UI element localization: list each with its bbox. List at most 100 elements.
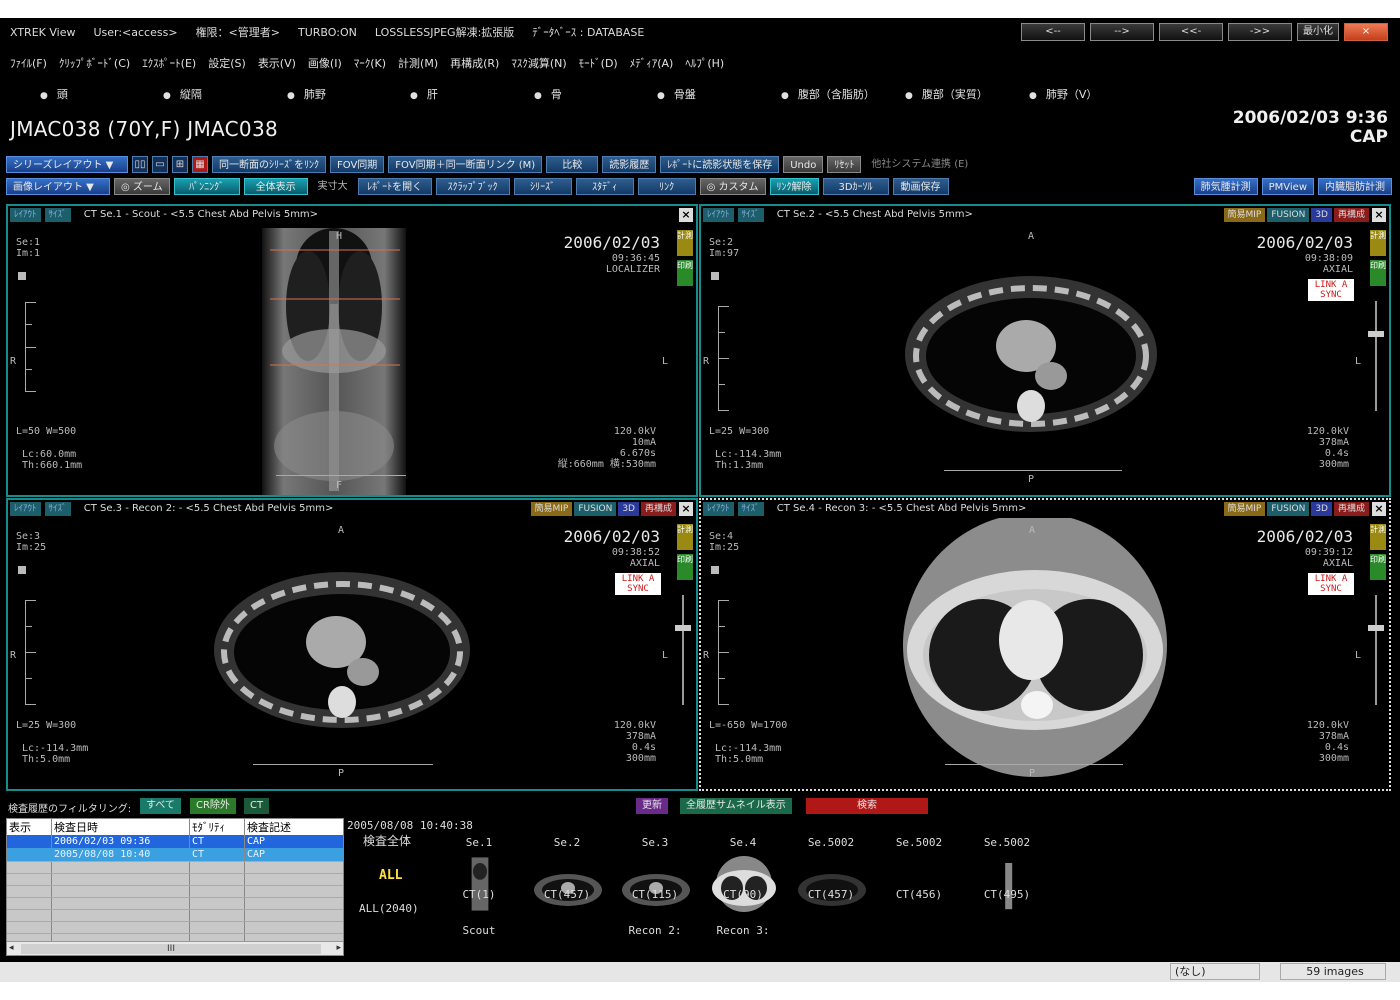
menu-help[interactable]: ﾍﾙﾌﾟ(H) bbox=[685, 55, 724, 71]
viewport-3[interactable]: ﾚｲｱｳﾄ ｻｲｽﾞ CT Se.3 - Recon 2: - <5.5 Ches… bbox=[6, 498, 698, 791]
series-thumbnail[interactable]: Se.5002 CT(456) bbox=[879, 836, 959, 946]
orient-left: R bbox=[703, 356, 710, 367]
scroll-thumb[interactable]: III bbox=[21, 944, 321, 954]
filter-ct-button[interactable]: CT bbox=[244, 798, 270, 814]
pmview-button[interactable]: PMView bbox=[1261, 178, 1314, 195]
col-display[interactable]: 表示 bbox=[7, 819, 52, 835]
menu-mode[interactable]: ﾓｰﾄﾞ(D) bbox=[579, 55, 618, 71]
save-report-state-button[interactable]: ﾚﾎﾟｰﾄに読影状態を保存 bbox=[660, 156, 780, 173]
menu-export[interactable]: ｴｸｽﾎﾟｰﾄ(E) bbox=[142, 55, 196, 71]
series-layout-dropdown[interactable]: シリーズレイアウト ▼ bbox=[6, 156, 128, 173]
menu-file[interactable]: ﾌｧｲﾙ(F) bbox=[10, 55, 47, 71]
horizontal-scrollbar[interactable]: ◂ III ▸ bbox=[7, 941, 343, 955]
series-thumbnail[interactable]: Se.3 CT(115) Recon 2: bbox=[615, 836, 695, 946]
viewport-1[interactable]: ﾚｲｱｳﾄ ｻｲｽﾞ CT Se.1 - Scout - <5.5 Chest A… bbox=[6, 204, 698, 497]
panning-button[interactable]: ﾊﾟﾝﾆﾝｸﾞ bbox=[173, 178, 240, 195]
preset-mediastinum[interactable]: 縦隔 bbox=[163, 86, 202, 102]
table-row[interactable]: 2006/02/03 09:36 CT CAP bbox=[7, 835, 343, 848]
menu-view[interactable]: 表示(V) bbox=[258, 55, 296, 71]
layout-1x2-icon[interactable]: ▯▯ bbox=[132, 156, 148, 173]
ma: 378mA bbox=[1318, 731, 1349, 742]
series-thumbnail[interactable]: Se.1 CT(1) Scout bbox=[439, 836, 519, 946]
emphysema-measure-button[interactable]: 肺気腫計測 bbox=[1193, 178, 1258, 195]
external-system-button[interactable]: 他社システム連携 (E) bbox=[865, 156, 974, 173]
minimize-button[interactable]: 最小化 bbox=[1297, 23, 1339, 41]
whole-study-all[interactable]: ALL bbox=[379, 868, 402, 883]
menu-mark[interactable]: ﾏｰｸ(K) bbox=[354, 55, 386, 71]
undo-button[interactable]: Undo bbox=[783, 156, 824, 173]
fov-size: 300mm bbox=[1318, 753, 1349, 764]
series-thumbnail[interactable]: Se.2 CT(457) bbox=[527, 836, 607, 946]
preset-liver[interactable]: 肝 bbox=[410, 86, 438, 102]
viewport-4-active[interactable]: ﾚｲｱｳﾄ ｻｲｽﾞ CT Se.4 - Recon 3: - <5.5 Ches… bbox=[699, 498, 1391, 791]
thumb-count: CT(495) bbox=[983, 888, 1031, 901]
fit-view-button[interactable]: 全体表示 bbox=[243, 178, 308, 195]
col-study-date[interactable]: 検査日時 bbox=[52, 819, 190, 835]
slider-thumb[interactable] bbox=[1368, 331, 1384, 337]
col-description[interactable]: 検査記述 bbox=[245, 819, 343, 835]
study-button[interactable]: ｽﾀﾃﾞｨ bbox=[575, 178, 634, 195]
nav-first-button[interactable]: <<- bbox=[1159, 23, 1223, 41]
zoom-button[interactable]: ◎ ズーム bbox=[114, 178, 170, 195]
cursor-3d-button[interactable]: 3Dｶｰｿﾙ bbox=[822, 178, 889, 195]
preset-lung[interactable]: 肺野 bbox=[287, 86, 326, 102]
col-modality[interactable]: ﾓﾀﾞﾘﾃｨ bbox=[190, 819, 245, 835]
image-layout-dropdown[interactable]: 画像レイアウト ▼ bbox=[6, 178, 110, 195]
nav-last-button[interactable]: ->> bbox=[1228, 23, 1292, 41]
layout-custom-icon[interactable]: ▦ bbox=[192, 156, 208, 173]
visceral-fat-button[interactable]: 内臓脂肪計測 bbox=[1318, 178, 1392, 195]
series-thumbnail[interactable]: Se.4 CT(90) Recon 3: bbox=[703, 836, 783, 946]
scrapbook-button[interactable]: ｽｸﾗｯﾌﾟﾌﾞｯｸ bbox=[435, 178, 510, 195]
open-report-button[interactable]: ﾚﾎﾟｰﾄを開く bbox=[357, 178, 432, 195]
refresh-button[interactable]: 更新 bbox=[636, 798, 668, 814]
reading-history-button[interactable]: 読影履歴 bbox=[602, 156, 657, 173]
filter-exclude-cr-button[interactable]: CR除外 bbox=[190, 798, 236, 814]
viewport-2[interactable]: ﾚｲｱｳﾄ ｻｲｽﾞ CT Se.2 - <5.5 Chest Abd Pelvi… bbox=[699, 204, 1391, 497]
slice-slider[interactable] bbox=[675, 595, 691, 705]
search-button[interactable]: 検索 bbox=[806, 798, 928, 814]
preset-abdomen-fat[interactable]: 腹部（含脂肪） bbox=[781, 86, 875, 102]
link-button[interactable]: ﾘﾝｸ bbox=[637, 178, 696, 195]
video-save-button[interactable]: 動画保存 bbox=[892, 178, 949, 195]
reset-button[interactable]: ﾘｾｯﾄ bbox=[827, 156, 862, 173]
nav-back-button[interactable]: <-- bbox=[1021, 23, 1085, 41]
layout-2x2-icon[interactable]: ⊞ bbox=[172, 156, 188, 173]
slider-thumb[interactable] bbox=[1368, 625, 1384, 631]
link-same-slice-button[interactable]: 同一断面のｼﾘｰｽﾞをﾘﾝｸ bbox=[212, 156, 326, 173]
series-button[interactable]: ｼﾘｰｽﾞ bbox=[513, 178, 572, 195]
close-button[interactable]: × bbox=[1344, 23, 1388, 41]
image-number: Im:1 bbox=[16, 248, 41, 259]
preset-lung-v[interactable]: 肺野（V） bbox=[1029, 86, 1098, 102]
preset-bone[interactable]: 骨 bbox=[534, 86, 562, 102]
nav-forward-button[interactable]: --> bbox=[1090, 23, 1154, 41]
menu-settings[interactable]: 設定(S) bbox=[208, 55, 246, 71]
scroll-left-icon[interactable]: ◂ bbox=[9, 943, 14, 953]
fov-sync-link-button[interactable]: FOV同期＋同一断面リンク (M) bbox=[388, 156, 543, 173]
menu-clipboard[interactable]: ｸﾘｯﾌﾟﾎﾞｰﾄﾞ(C) bbox=[59, 55, 130, 71]
actual-size-button[interactable]: 実寸大 bbox=[312, 178, 354, 195]
slice-slider[interactable] bbox=[1368, 595, 1384, 705]
compare-button[interactable]: 比較 bbox=[546, 156, 599, 173]
table-row[interactable]: 2005/08/08 10:40 CT CAP bbox=[7, 848, 343, 861]
series-thumbnail[interactable]: Se.5002 CT(495) bbox=[967, 836, 1047, 946]
menu-measure[interactable]: 計測(M) bbox=[398, 55, 438, 71]
unlink-button[interactable]: ﾘﾝｸ解除 bbox=[769, 178, 819, 195]
menu-image[interactable]: 画像(I) bbox=[308, 55, 342, 71]
preset-abdomen-parenchyma[interactable]: 腹部（実質） bbox=[905, 86, 988, 102]
layout-2x1-icon[interactable]: ▭ bbox=[152, 156, 168, 173]
custom-button[interactable]: ◎ カスタム bbox=[699, 178, 766, 195]
series-number: Se:1 bbox=[16, 237, 41, 248]
slice-slider[interactable] bbox=[1368, 301, 1384, 411]
filter-all-button[interactable]: すべて bbox=[140, 798, 181, 814]
scroll-right-icon[interactable]: ▸ bbox=[336, 943, 341, 953]
fov-sync-button[interactable]: FOV同期 bbox=[330, 156, 385, 173]
thumb-name: Recon 2: bbox=[628, 924, 682, 937]
series-thumbnail[interactable]: Se.5002 CT(457) bbox=[791, 836, 871, 946]
menu-mask-subtract[interactable]: ﾏｽｸ減算(N) bbox=[511, 55, 566, 71]
menu-media[interactable]: ﾒﾃﾞｨｱ(A) bbox=[630, 55, 674, 71]
slider-thumb[interactable] bbox=[675, 625, 691, 631]
menu-reconstruct[interactable]: 再構成(R) bbox=[450, 55, 499, 71]
all-history-thumbnails-button[interactable]: 全履歴サムネイル表示 bbox=[680, 798, 792, 814]
preset-head[interactable]: 頭 bbox=[40, 86, 68, 102]
preset-pelvis[interactable]: 骨盤 bbox=[657, 86, 696, 102]
